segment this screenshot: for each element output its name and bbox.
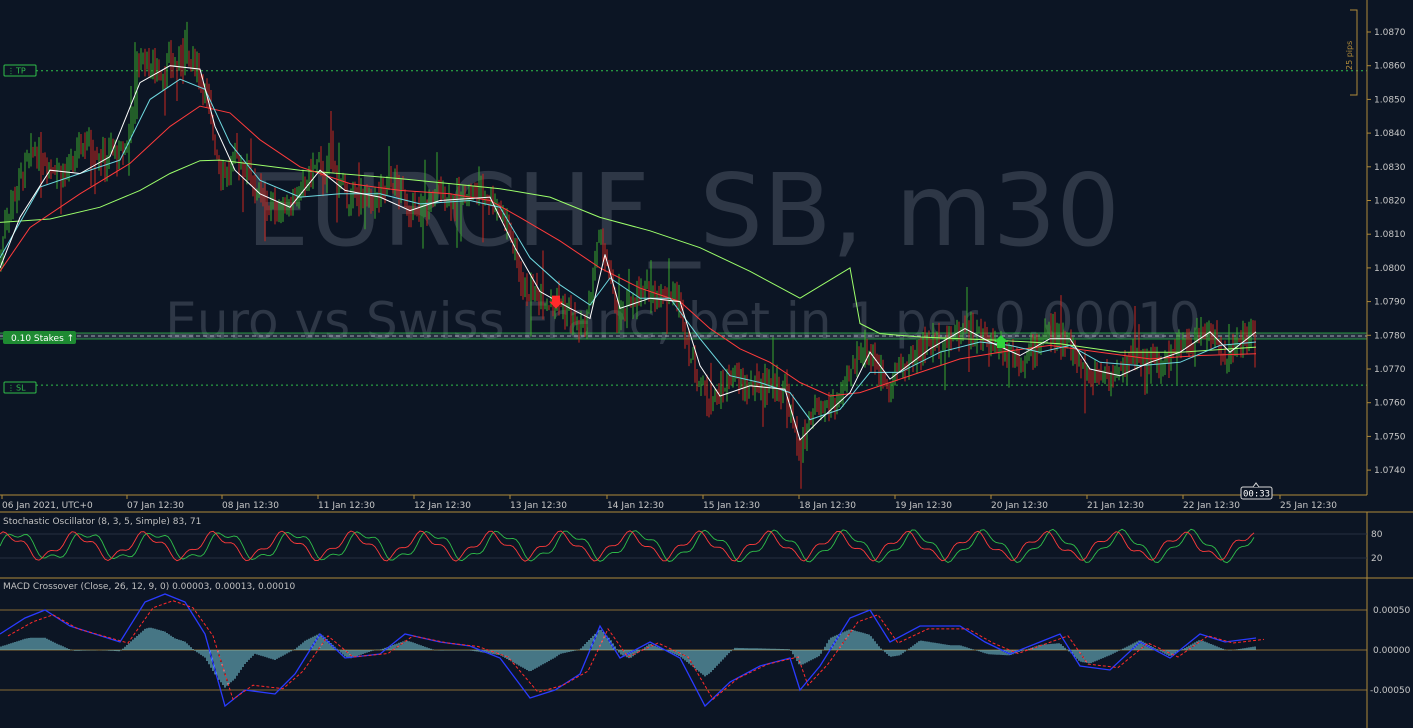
- grip-icon: ⋮: [7, 67, 15, 76]
- sl-label: SL: [16, 384, 26, 393]
- time-tick-label: 22 Jan 12:30: [1183, 501, 1240, 511]
- price-tick-label: 1.0750: [1374, 432, 1406, 442]
- time-tick-label: 20 Jan 12:30: [991, 501, 1048, 511]
- time-tick-label: 21 Jan 12:30: [1087, 501, 1144, 511]
- price-tick-label: 1.0870: [1374, 28, 1406, 38]
- grip-icon: ⋮: [7, 384, 15, 393]
- time-tick-label: 08 Jan 12:30: [222, 501, 279, 511]
- tp-tag[interactable]: TP ⋮: [3, 64, 37, 77]
- price-tick-label: 1.0790: [1374, 298, 1406, 308]
- price-tick-label: 1.0850: [1374, 95, 1406, 105]
- price-tick-label: 1.0840: [1374, 129, 1406, 139]
- time-tick-label: 19 Jan 12:30: [895, 501, 952, 511]
- stake-tag[interactable]: 0.10 Stakes ↑: [3, 331, 76, 344]
- time-tick-label: 15 Jan 12:30: [703, 501, 760, 511]
- time-tick-label: 13 Jan 12:30: [510, 501, 567, 511]
- price-tick-label: 1.0820: [1374, 197, 1406, 207]
- time-tick-label: 11 Jan 12:30: [318, 501, 375, 511]
- stochastic-title: Stochastic Oscillator (8, 3, 5, Simple) …: [3, 517, 201, 527]
- price-tick-label: 1.0740: [1374, 466, 1406, 476]
- macd-tick-top: 0.00050: [1373, 606, 1410, 616]
- price-tick-label: 1.0860: [1374, 62, 1406, 72]
- stoch-tick-80: 80: [1371, 530, 1383, 540]
- trading-chart[interactable]: EURCHF_SB, m30 Euro vs Swiss Franc, bet …: [0, 0, 1413, 728]
- price-tick-label: 1.0810: [1374, 230, 1406, 240]
- time-tick-label: 25 Jan 12:30: [1280, 501, 1337, 511]
- time-tick-label: 07 Jan 12:30: [127, 501, 184, 511]
- stake-label: 0.10 Stakes ↑: [11, 334, 74, 344]
- macd-title: MACD Crossover (Close, 26, 12, 9, 0) 0.0…: [3, 582, 295, 592]
- price-tick-label: 1.0770: [1374, 365, 1406, 375]
- macd-tick-mid: 0.00000: [1373, 646, 1410, 656]
- time-tick-label: 12 Jan 12:30: [414, 501, 471, 511]
- pips-label: 25 pips: [1345, 41, 1354, 70]
- countdown-label: 00:33: [1243, 490, 1270, 500]
- macd-tick-bottom: -0.00050: [1370, 686, 1411, 696]
- time-tick-label: 14 Jan 12:30: [607, 501, 664, 511]
- price-tick-label: 1.0800: [1374, 264, 1406, 274]
- stoch-tick-20: 20: [1371, 554, 1383, 564]
- price-tick-label: 1.0760: [1374, 399, 1406, 409]
- price-tick-label: 1.0830: [1374, 163, 1406, 173]
- sl-tag[interactable]: SL ⋮: [3, 381, 37, 394]
- price-tick-label: 1.0780: [1374, 331, 1406, 341]
- time-tick-label: 18 Jan 12:30: [799, 501, 856, 511]
- tp-label: TP: [15, 67, 26, 76]
- watermark-title: EURCHF_SB, m30: [246, 152, 1120, 269]
- time-tick-label: 06 Jan 2021, UTC+0: [2, 501, 93, 511]
